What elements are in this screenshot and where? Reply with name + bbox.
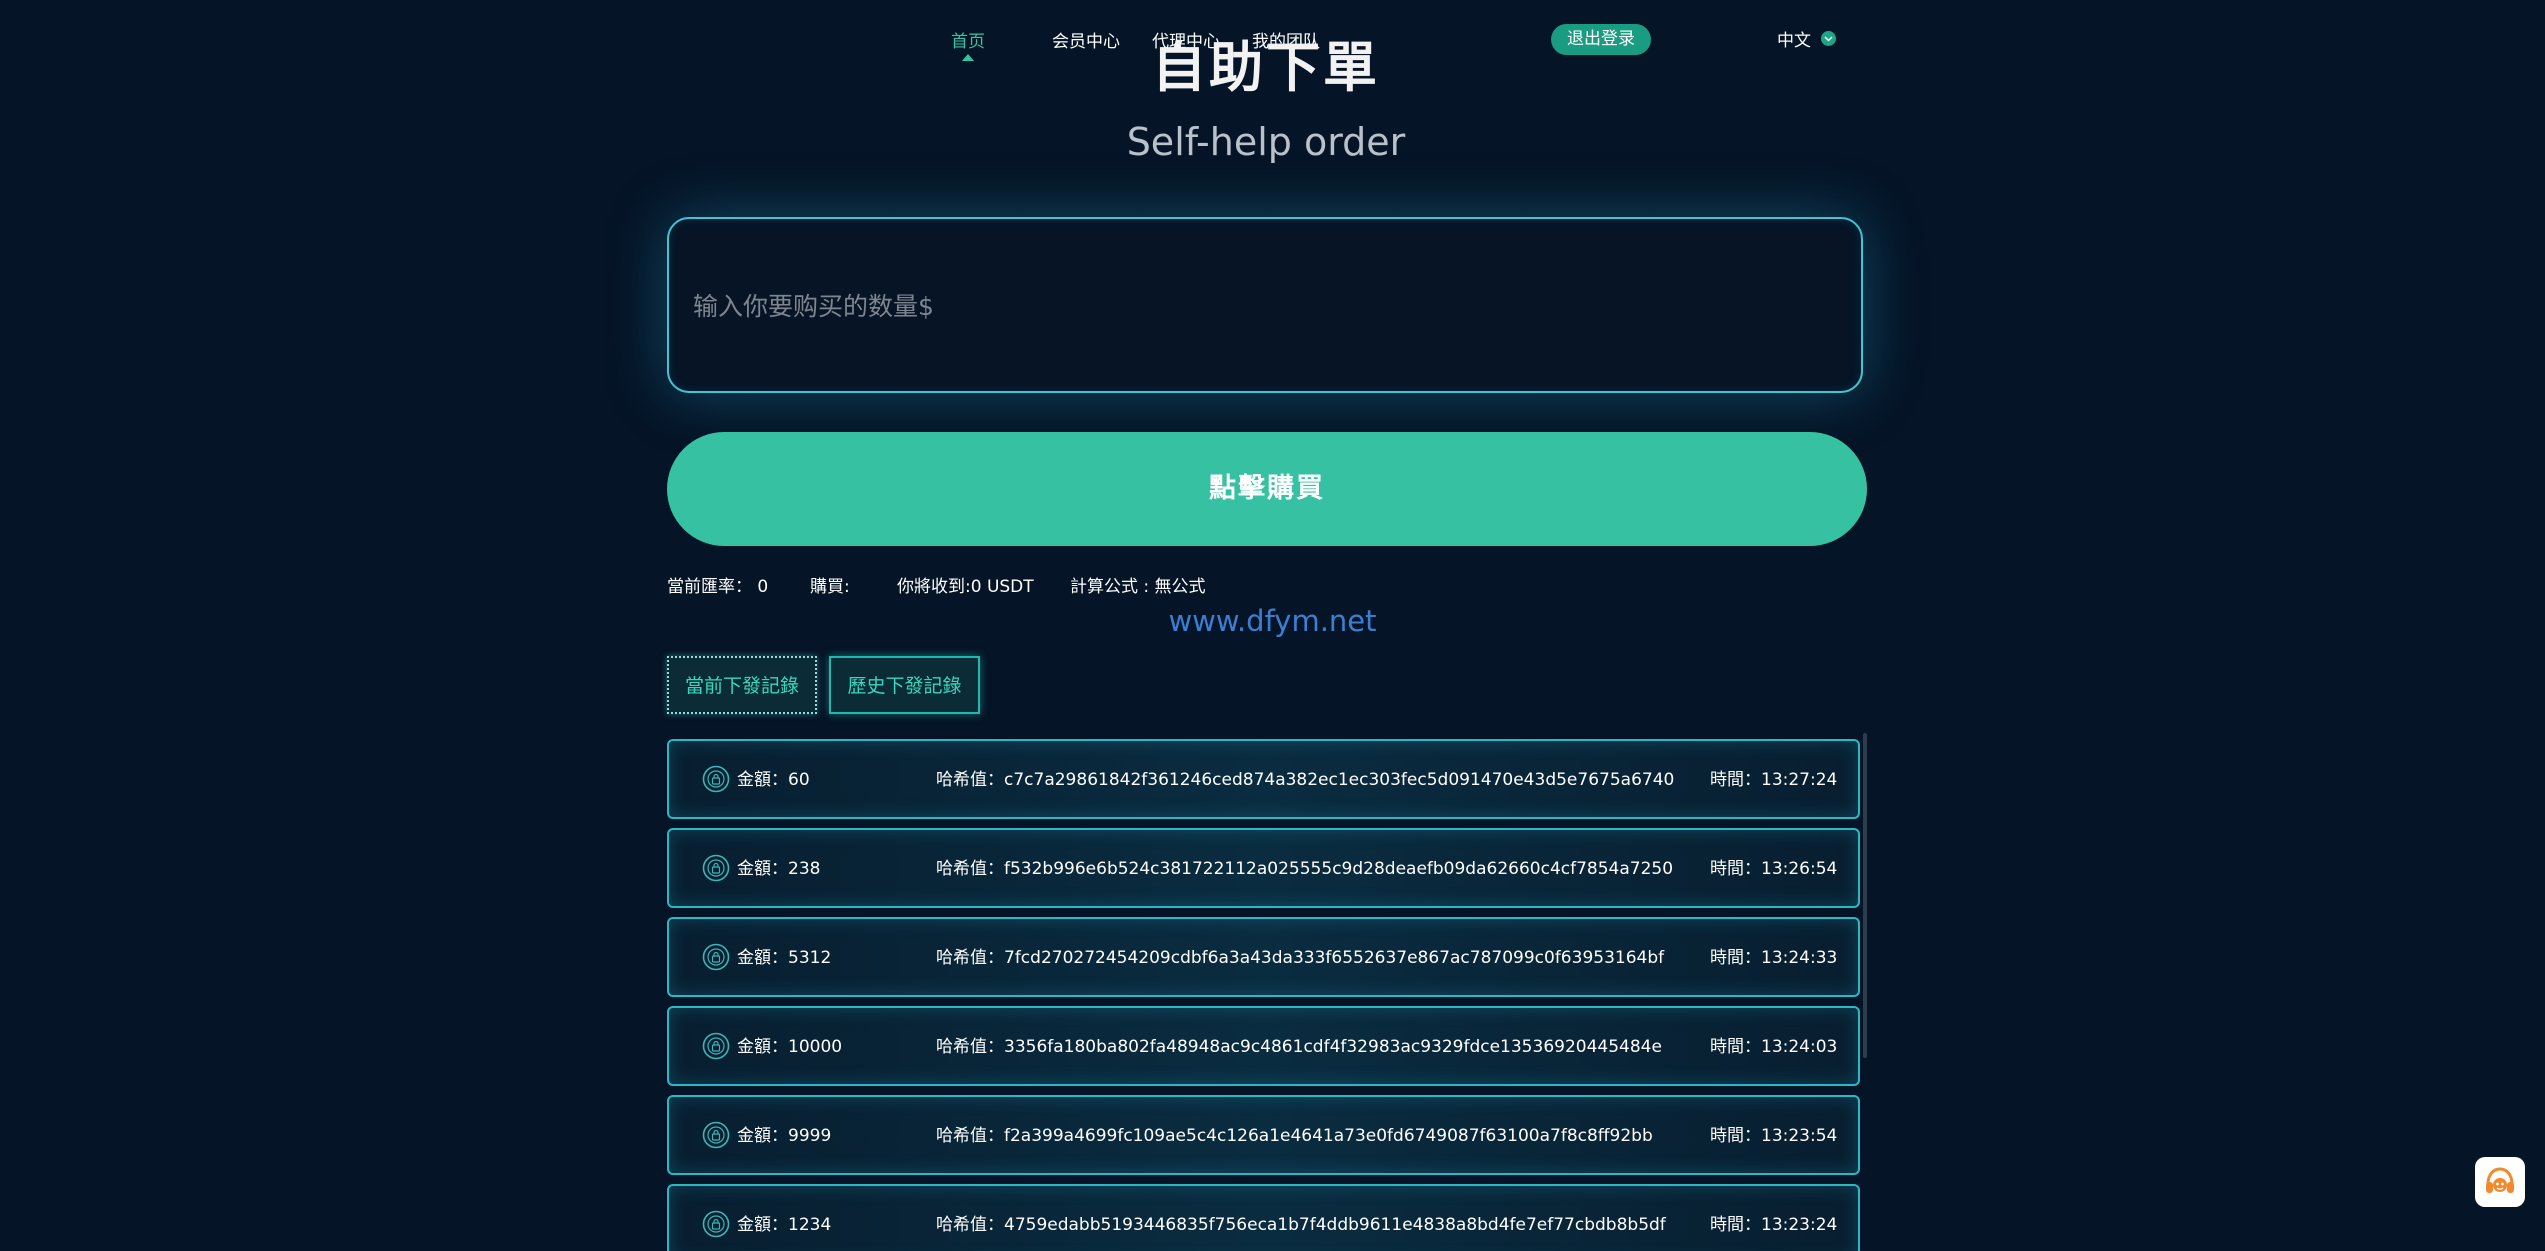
- record-hash: 哈希值：3356fa180ba802fa48948ac9c4861cdf4f32…: [936, 1037, 1662, 1057]
- record-time: 時間：13:27:24: [1710, 770, 1838, 790]
- record-hash: 哈希值：c7c7a29861842f361246ced874a382ec1ec3…: [936, 770, 1675, 790]
- tab-history-records[interactable]: 歷史下發記錄: [829, 656, 980, 714]
- quantity-input[interactable]: [691, 277, 1835, 335]
- buy-button[interactable]: 點擊購買: [667, 432, 1867, 546]
- record-row[interactable]: 金額：60 哈希值：c7c7a29861842f361246ced874a382e…: [667, 739, 1860, 819]
- record-amount: 金額：10000: [737, 1037, 843, 1057]
- record-amount: 金額：5312: [737, 948, 832, 968]
- receive-amount-text: 你將收到:0 USDT: [897, 577, 1034, 597]
- formula-text: 計算公式 : 無公式: [1070, 577, 1206, 597]
- record-row[interactable]: 金額：9999 哈希值：f2a399a4699fc109ae5c4c126a1e4…: [667, 1095, 1860, 1175]
- coin-lock-icon: [702, 854, 730, 882]
- headset-icon: [2486, 1167, 2514, 1193]
- record-row[interactable]: 金額：238 哈希值：f532b996e6b524c381722112a02555…: [667, 828, 1860, 908]
- page-title: 自助下單: [1152, 36, 1380, 99]
- records-list[interactable]: 金額：60 哈希值：c7c7a29861842f361246ced874a382e…: [667, 733, 1867, 1251]
- record-time: 時間：13:24:33: [1710, 948, 1838, 968]
- record-time: 時間：13:26:54: [1710, 859, 1838, 879]
- coin-lock-icon: [702, 1032, 730, 1060]
- tab-current-records[interactable]: 當前下發記錄: [667, 656, 817, 714]
- record-amount: 金額：1234: [737, 1215, 832, 1235]
- record-amount: 金額：238: [737, 859, 821, 879]
- page: 首页 会员中心 代理中心 我的团队 退出登录 中文 自助下單 Self-help…: [0, 0, 2545, 1251]
- record-amount: 金額：60: [737, 770, 810, 790]
- record-time: 時間：13:23:24: [1710, 1215, 1838, 1235]
- record-time: 時間：13:23:54: [1710, 1126, 1838, 1146]
- quantity-input-box: [667, 217, 1863, 393]
- coin-lock-icon: [702, 1210, 730, 1238]
- buy-amount-text: 購買:: [810, 577, 850, 597]
- exchange-rate-text: 當前匯率： 0: [667, 577, 769, 597]
- record-amount: 金額：9999: [737, 1126, 832, 1146]
- record-hash: 哈希值：4759edabb5193446835f756eca1b7f4ddb96…: [936, 1215, 1666, 1235]
- record-time: 時間：13:24:03: [1710, 1037, 1838, 1057]
- records-scrollbar[interactable]: [1863, 733, 1867, 1058]
- record-hash: 哈希值：f532b996e6b524c381722112a025555c9d28…: [936, 859, 1674, 879]
- coin-lock-icon: [702, 943, 730, 971]
- coin-lock-icon: [702, 1121, 730, 1149]
- record-hash: 哈希值：f2a399a4699fc109ae5c4c126a1e4641a73e…: [936, 1126, 1653, 1146]
- record-row[interactable]: 金額：1234 哈希值：4759edabb5193446835f756eca1b7…: [667, 1184, 1860, 1251]
- coin-lock-icon: [702, 765, 730, 793]
- record-row[interactable]: 金額：5312 哈希值：7fcd270272454209cdbf6a3a43da3…: [667, 917, 1860, 997]
- watermark-text: www.dfym.net: [1168, 604, 1377, 638]
- page-subtitle: Self-help order: [1126, 120, 1406, 164]
- record-hash: 哈希值：7fcd270272454209cdbf6a3a43da333f6552…: [936, 948, 1665, 968]
- record-row[interactable]: 金額：10000 哈希值：3356fa180ba802fa48948ac9c486…: [667, 1006, 1860, 1086]
- customer-support-button[interactable]: [2475, 1157, 2525, 1207]
